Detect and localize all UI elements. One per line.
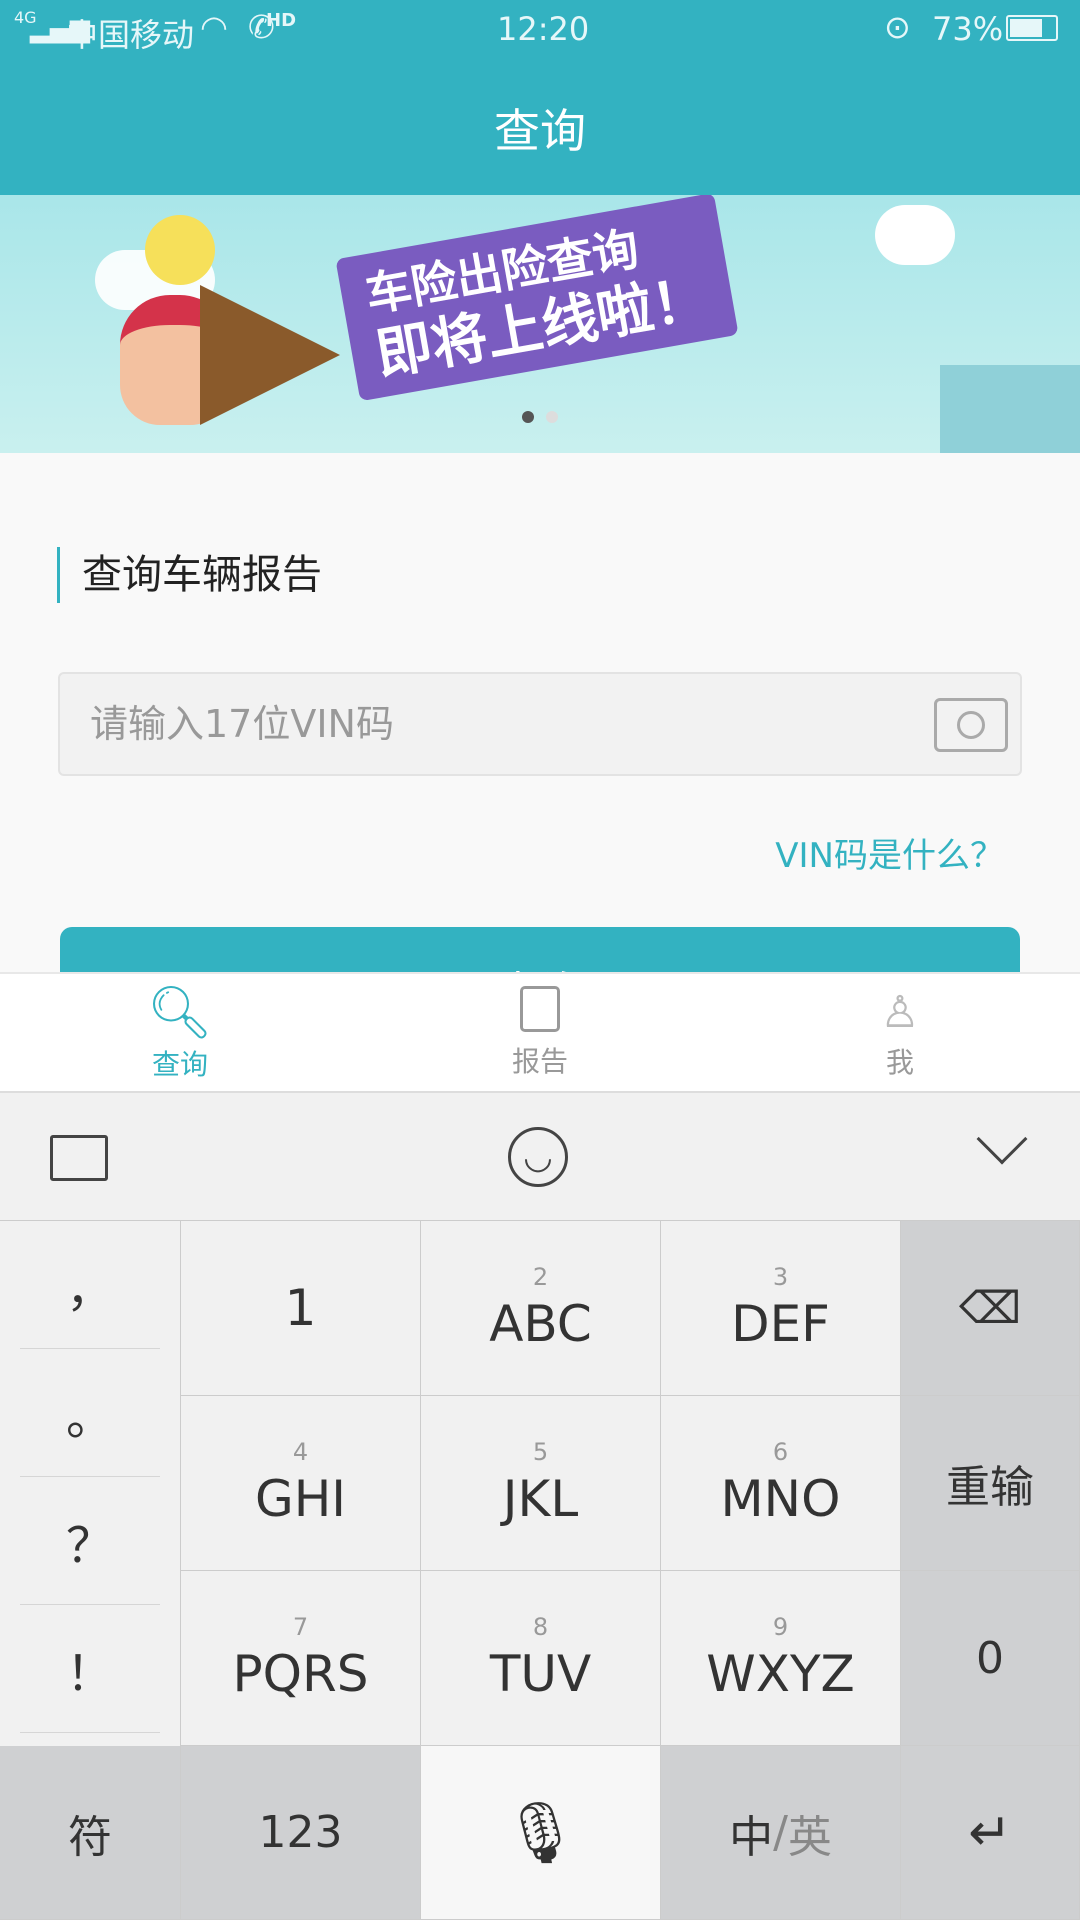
search-icon: 🔍︎	[146, 982, 213, 1043]
vin-input[interactable]: 请输入17位VIN码	[58, 672, 1022, 776]
collapse-keyboard-icon[interactable]	[976, 1113, 1028, 1165]
key-3[interactable]: 3 DEF	[661, 1221, 901, 1396]
wifi-icon: ◠	[200, 8, 228, 46]
key-0[interactable]: 0	[901, 1571, 1080, 1746]
app-header: 查询	[0, 60, 1080, 195]
backspace-key[interactable]: ⌫	[901, 1221, 1080, 1396]
key-number: 5	[532, 1438, 549, 1466]
lang-en: 英	[787, 1811, 832, 1863]
clock: 12:20	[497, 10, 590, 48]
key-number: 7	[292, 1613, 309, 1641]
microphone-icon: 🎙︎	[502, 1798, 579, 1868]
nav-item-me[interactable]: ♙ 我	[720, 974, 1080, 1091]
battery-icon	[1006, 15, 1058, 41]
nav-label: 报告	[511, 1044, 568, 1078]
megaphone-icon	[200, 285, 340, 425]
numbers-key[interactable]: 123	[181, 1746, 421, 1920]
symbols-key[interactable]: 符	[0, 1746, 181, 1920]
key-number: 2	[532, 1263, 549, 1291]
key-label: WXYZ	[706, 1645, 855, 1703]
lang-zh: 中	[729, 1811, 774, 1863]
enter-key[interactable]: ↵	[901, 1746, 1080, 1920]
section-title: 查询车辆报告	[57, 547, 322, 603]
nav-item-report[interactable]: 报告	[360, 974, 720, 1091]
vin-help-link[interactable]: VIN码是什么？	[775, 828, 1004, 877]
key-9[interactable]: 9 WXYZ	[661, 1571, 901, 1746]
hd-badge: HD	[266, 10, 297, 31]
banner-text: 车险出险查询 即将上线啦！	[335, 195, 739, 402]
key-8[interactable]: 8 TUV	[421, 1571, 661, 1746]
emoji-icon[interactable]: ◡	[508, 1127, 568, 1187]
key-number: 9	[772, 1613, 789, 1641]
symbol-exclaim[interactable]: ！	[20, 1605, 160, 1733]
key-number: 3	[772, 1263, 789, 1291]
city-illustration	[940, 365, 1080, 453]
nav-label: 查询	[151, 1047, 208, 1081]
symbol-comma[interactable]: ，	[20, 1221, 160, 1349]
carousel-dot-active[interactable]	[522, 411, 534, 423]
camera-icon[interactable]	[934, 698, 1008, 752]
rotation-lock-icon: ⊙	[884, 8, 911, 46]
bottom-nav: 🔍︎ 查询 报告 ♙ 我	[0, 972, 1080, 1093]
symbol-question[interactable]: ？	[20, 1477, 160, 1605]
cloud-face-icon	[875, 205, 955, 265]
vin-placeholder: 请输入17位VIN码	[90, 702, 394, 746]
language-key[interactable]: 中 / 英	[661, 1746, 901, 1920]
key-5[interactable]: 5 JKL	[421, 1396, 661, 1571]
key-number: 6	[772, 1438, 789, 1466]
carousel-dot[interactable]	[546, 411, 558, 423]
key-label: JKL	[502, 1470, 579, 1528]
key-label: GHI	[254, 1470, 347, 1528]
enter-icon: ↵	[968, 1802, 1012, 1863]
key-label: MNO	[720, 1470, 841, 1528]
page-title: 查询	[494, 103, 586, 158]
status-bar: 4G ▂▄▆ 中国移动 ◠ ✆ HD 12:20 ⊙ 73%	[0, 0, 1080, 60]
nav-item-query[interactable]: 🔍︎ 查询	[0, 974, 360, 1091]
key-label: TUV	[489, 1645, 592, 1703]
lang-sep: /	[773, 1807, 788, 1858]
keyboard-switch-icon[interactable]	[50, 1135, 108, 1181]
backspace-icon: ⌫	[958, 1282, 1022, 1334]
carrier: 中国移动	[66, 16, 195, 54]
symbol-period[interactable]: 。	[20, 1349, 160, 1477]
key-7[interactable]: 7 PQRS	[181, 1571, 421, 1746]
nav-label: 我	[885, 1045, 914, 1079]
key-label: PQRS	[232, 1645, 369, 1703]
sun-icon	[145, 215, 215, 285]
key-number: 4	[292, 1438, 309, 1466]
promo-banner[interactable]: 车险出险查询 即将上线啦！	[0, 195, 1080, 453]
key-number: 8	[532, 1613, 549, 1641]
key-label: 1	[284, 1279, 317, 1337]
user-icon: ♙	[880, 986, 920, 1038]
reset-key[interactable]: 重输	[901, 1396, 1080, 1571]
voice-key[interactable]: 🎙︎	[421, 1746, 661, 1920]
key-2[interactable]: 2 ABC	[421, 1221, 661, 1396]
key-label: ABC	[489, 1295, 592, 1353]
keyboard-toolbar: ◡	[0, 1093, 1080, 1221]
key-6[interactable]: 6 MNO	[661, 1396, 901, 1571]
key-1[interactable]: 1	[181, 1221, 421, 1396]
key-4[interactable]: 4 GHI	[181, 1396, 421, 1571]
report-icon	[520, 985, 560, 1032]
battery-percent: 73%	[932, 10, 1004, 48]
key-label: DEF	[731, 1295, 830, 1353]
symbol-list[interactable]: ， 。 ？ ！	[0, 1221, 181, 1746]
